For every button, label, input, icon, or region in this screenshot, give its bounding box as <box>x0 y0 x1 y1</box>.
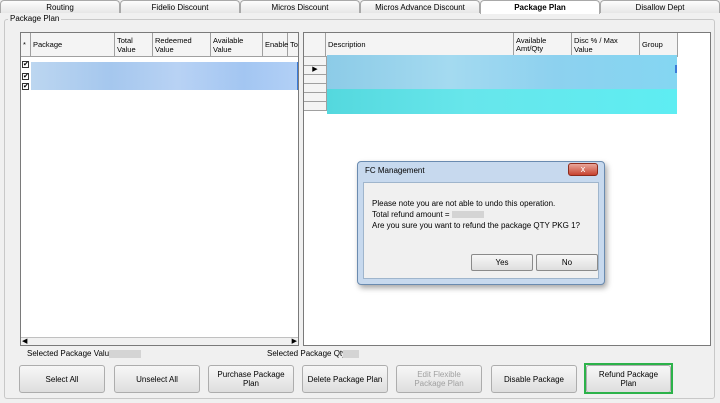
table-row[interactable] <box>31 62 297 90</box>
column-header-total-value[interactable]: Total Value <box>115 33 153 57</box>
refund-amount-label: Total refund amount = <box>372 210 450 219</box>
tab-label: Package Plan <box>514 3 566 12</box>
dialog-body: Please note you are not able to undo thi… <box>363 182 599 279</box>
row-header[interactable] <box>304 84 327 93</box>
purchase-package-plan-button[interactable]: Purchase Package Plan <box>208 365 294 393</box>
refund-amount-value <box>451 211 484 219</box>
column-header-description[interactable]: Description <box>326 33 514 57</box>
dialog-message-line-1: Please note you are not able to undo thi… <box>372 199 556 208</box>
delete-package-plan-button[interactable]: Delete Package Plan <box>302 365 388 393</box>
tab-label: Fidelio Discount <box>151 3 209 12</box>
row-checkbox[interactable]: ✔ <box>22 73 29 80</box>
dialog-message-line-3: Are you sure you want to refund the pack… <box>372 221 580 230</box>
unselect-all-button[interactable]: Unselect All <box>114 365 200 393</box>
tab-routing[interactable]: Routing <box>0 0 120 13</box>
group-label: Package Plan <box>8 14 62 23</box>
row-header[interactable] <box>304 102 327 111</box>
horizontal-scrollbar[interactable]: ◀ ▶ <box>21 337 298 345</box>
column-header[interactable]: * <box>21 33 31 57</box>
row-selection-marker <box>297 62 298 90</box>
edit-flexible-package-plan-button[interactable]: Edit Flexible Package Plan <box>396 365 482 393</box>
column-header-row <box>304 33 326 57</box>
row-header-current[interactable]: ▶ <box>304 66 327 75</box>
tab-label: Micros Advance Discount <box>375 3 465 12</box>
close-icon[interactable]: x <box>568 163 598 176</box>
tab-disallow-dept[interactable]: Disallow Dept <box>600 0 720 13</box>
tab-strip: Routing Fidelio Discount Micros Discount… <box>0 0 720 14</box>
refund-button-highlight <box>584 363 673 394</box>
column-header-total-qty[interactable]: Total Qt <box>288 33 298 57</box>
table-row[interactable] <box>327 55 677 89</box>
table-row[interactable] <box>327 89 677 114</box>
row-checkbox[interactable]: ✔ <box>22 83 29 90</box>
package-grid[interactable]: * Package Total Value Redeemed Value Ava… <box>20 32 299 346</box>
column-header-available-value[interactable]: Available Value <box>211 33 263 57</box>
dialog-title: FC Management <box>365 166 425 175</box>
tab-label: Routing <box>46 3 74 12</box>
select-all-button[interactable]: Select All <box>19 365 105 393</box>
tab-label: Micros Discount <box>271 3 329 12</box>
tab-package-plan[interactable]: Package Plan <box>480 0 600 14</box>
column-header-group[interactable]: Group <box>640 33 678 57</box>
scroll-left-icon[interactable]: ◀ <box>22 337 27 345</box>
row-header[interactable] <box>304 93 327 102</box>
selected-package-qty-label: Selected Package Qty: <box>267 349 349 358</box>
current-row-icon: ▶ <box>312 66 318 73</box>
column-header-disc-max-value[interactable]: Disc % / Max Value <box>572 33 640 57</box>
confirm-dialog: FC Management x Please note you are not … <box>357 161 605 285</box>
column-header-package[interactable]: Package <box>31 33 115 57</box>
tab-label: Disallow Dept <box>635 3 685 12</box>
row-header[interactable] <box>304 75 327 84</box>
scroll-right-icon[interactable]: ▶ <box>292 337 297 345</box>
selected-package-value <box>109 350 141 358</box>
column-header-redeemed-value[interactable]: Redeemed Value <box>153 33 211 57</box>
disable-package-button[interactable]: Disable Package <box>491 365 577 393</box>
tab-micros-advance-discount[interactable]: Micros Advance Discount <box>360 0 480 13</box>
dialog-message-line-2: Total refund amount = <box>372 210 484 219</box>
selected-package-qty <box>343 350 359 358</box>
row-checkbox[interactable]: ✔ <box>22 61 29 68</box>
no-button[interactable]: No <box>536 254 598 271</box>
yes-button[interactable]: Yes <box>471 254 533 271</box>
column-header-available-amt-qty[interactable]: Available Amt/Qty <box>514 33 572 57</box>
column-header-enable[interactable]: Enable <box>263 33 288 57</box>
tab-fidelio-discount[interactable]: Fidelio Discount <box>120 0 240 13</box>
selected-package-value-label: Selected Package Value: <box>27 349 116 358</box>
row-header[interactable] <box>304 57 327 66</box>
tab-micros-discount[interactable]: Micros Discount <box>240 0 360 13</box>
row-selection-marker <box>675 65 677 73</box>
